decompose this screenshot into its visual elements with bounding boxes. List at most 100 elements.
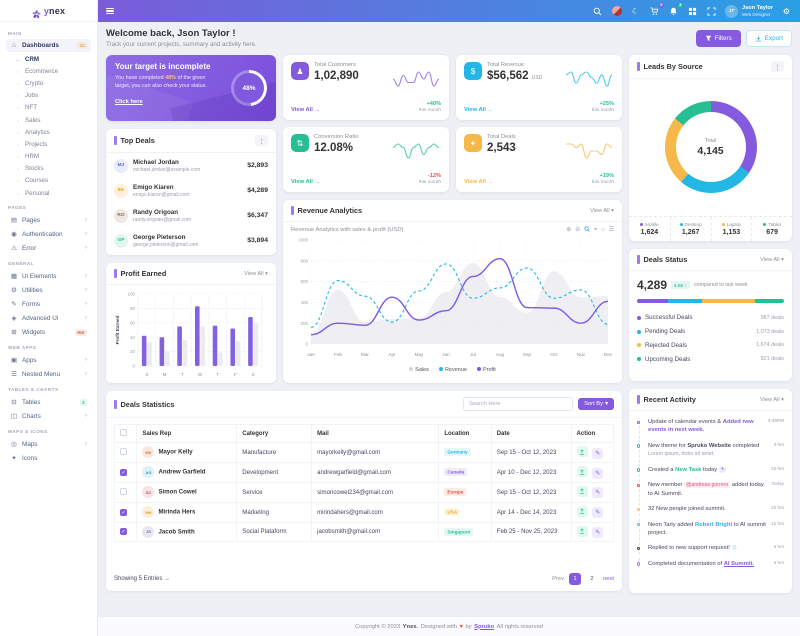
- top-deal-row[interactable]: GP George Pieterson george.pieterson@gmai…: [106, 228, 276, 253]
- edit-row-button[interactable]: ✎: [592, 467, 604, 479]
- column-header-date[interactable]: Date: [490, 424, 572, 443]
- sidebar-subitem-jobs[interactable]: ○ Jobs: [13, 90, 91, 102]
- pan-icon[interactable]: ⌖: [594, 227, 597, 234]
- column-header-sales-rep[interactable]: Sales Rep: [136, 424, 238, 443]
- cart-icon[interactable]: 5: [649, 2, 665, 17]
- export-row-button[interactable]: [576, 525, 588, 537]
- stat-view-all-link[interactable]: View All →: [464, 179, 493, 185]
- target-click-here-link[interactable]: Click here: [115, 99, 143, 105]
- row-checkbox[interactable]: ✓: [120, 508, 127, 516]
- export-row-button[interactable]: [576, 485, 588, 497]
- edit-row-button[interactable]: ✎: [592, 507, 604, 519]
- export-row-button[interactable]: [576, 505, 588, 517]
- sidebar-item-dashboards[interactable]: ⌂ Dashboards 12: [6, 39, 91, 52]
- pagination-next[interactable]: next: [603, 576, 614, 582]
- sidebar-item-utilities[interactable]: ⚙ Utilities ›: [6, 283, 91, 297]
- column-header-action[interactable]: Action: [570, 424, 615, 443]
- column-header-location[interactable]: Location: [438, 424, 492, 443]
- user-profile[interactable]: JT Json Taylor Web Designer: [725, 4, 773, 18]
- legend-item[interactable]: Profit: [476, 367, 496, 373]
- table-search-input[interactable]: [463, 397, 574, 411]
- sidebar-subitem-stocks[interactable]: ○ Stocks: [13, 163, 91, 175]
- sidebar-item-widgets[interactable]: ⊞ Widgets Hot: [6, 325, 91, 339]
- row-checkbox[interactable]: [120, 487, 127, 495]
- sidebar-subitem-projects[interactable]: ○ Projects: [13, 138, 91, 150]
- settings-gear-icon[interactable]: ⚙: [781, 6, 792, 17]
- stat-view-all-link[interactable]: View All →: [291, 179, 320, 185]
- activity-item[interactable]: 32 New people joined summit. 22 hrs: [637, 505, 784, 523]
- sidebar-item-maps[interactable]: ◎ Maps ›: [6, 437, 91, 451]
- notifications-bell-icon[interactable]: 3: [668, 2, 684, 17]
- chart-menu-icon[interactable]: ☰: [609, 227, 614, 233]
- sidebar-item-icons[interactable]: ✦ Icons: [6, 451, 91, 465]
- sidebar-subitem-crm[interactable]: — CRM: [13, 53, 91, 65]
- selection-zoom-icon[interactable]: [584, 226, 590, 234]
- activity-item[interactable]: Replied to new support request! ☺ 4 hrs: [637, 544, 784, 562]
- edit-row-button[interactable]: ✎: [592, 527, 604, 539]
- sidebar-item-error[interactable]: ⚠ Error ›: [6, 241, 91, 255]
- export-row-button[interactable]: [576, 466, 588, 478]
- top-deal-row[interactable]: EK Emigo Kiaren emigo.kiaren@gmail.com $4…: [106, 178, 276, 203]
- sidebar-subitem-analytics[interactable]: ○ Analytics: [13, 126, 91, 138]
- fullscreen-icon[interactable]: [706, 6, 717, 17]
- sidebar-subitem-nft[interactable]: ○ NFT: [13, 102, 91, 114]
- reset-home-icon[interactable]: ⌂: [601, 227, 605, 233]
- sidebar-item-forms[interactable]: ✎ Forms ›: [6, 297, 91, 311]
- card-menu-icon[interactable]: ⋮: [255, 135, 268, 146]
- row-checkbox[interactable]: ✓: [120, 528, 127, 536]
- sidebar-item-tables[interactable]: ⊟ Tables 3: [6, 395, 91, 409]
- brand-logo[interactable]: ynex: [0, 0, 97, 22]
- sidebar-item-charts[interactable]: ◫ Charts ›: [6, 409, 91, 423]
- deals-status-view-all[interactable]: View All ▾: [760, 257, 784, 263]
- sidebar-item-nested-menu[interactable]: ☰ Nested Menu ›: [6, 367, 91, 381]
- recent-activity-view-all[interactable]: View All ▾: [760, 397, 784, 403]
- language-flag-icon[interactable]: [611, 6, 622, 17]
- legend-item[interactable]: Sales: [409, 367, 429, 373]
- activity-item[interactable]: Neon Tarly added Robert Bright to AI sum…: [637, 521, 784, 546]
- sort-by-button[interactable]: Sort By ▾: [578, 398, 614, 410]
- stat-view-all-link[interactable]: View All →: [291, 107, 320, 113]
- search-icon[interactable]: [592, 6, 603, 17]
- top-deal-row[interactable]: MJ Michael Jordan michael.jordan@example.…: [106, 153, 276, 178]
- sidebar-item-apps[interactable]: ▣ Apps ›: [6, 353, 91, 367]
- revenue-view-all[interactable]: View All ▾: [590, 208, 614, 214]
- activity-item[interactable]: Created a New Task today ✦ 22 hrs: [637, 465, 784, 484]
- profit-view-all[interactable]: View All ▾: [244, 271, 268, 277]
- sidebar-subitem-courses[interactable]: ○ Courses: [13, 175, 91, 187]
- activity-item[interactable]: Completed documentation of AI Summit. 4 …: [637, 560, 784, 568]
- stat-view-all-link[interactable]: View All →: [464, 107, 493, 113]
- legend-item[interactable]: Revenue: [438, 367, 467, 373]
- sidebar-subitem-sales[interactable]: ○ Sales: [13, 114, 91, 126]
- export-button[interactable]: Export: [745, 29, 792, 47]
- menu-toggle-icon[interactable]: [106, 6, 114, 15]
- dark-mode-moon-icon[interactable]: ☾: [630, 6, 641, 17]
- filters-button[interactable]: Filters: [695, 29, 741, 47]
- card-menu-icon[interactable]: ⋮: [771, 61, 784, 72]
- sidebar-subitem-ecommerce[interactable]: ○ Ecommerce: [13, 65, 91, 77]
- vendor-link[interactable]: Spruko: [474, 624, 494, 630]
- edit-row-button[interactable]: ✎: [592, 487, 604, 499]
- sidebar-subitem-hrm[interactable]: ○ HRM: [13, 151, 91, 163]
- zoom-in-icon[interactable]: ⊕: [566, 227, 571, 233]
- top-deal-row[interactable]: RO Randy Origoan randy.origoan@gmail.com …: [106, 203, 276, 228]
- export-row-button[interactable]: [576, 446, 588, 458]
- sidebar-subitem-crypto[interactable]: ○ Crypto: [13, 77, 91, 89]
- select-all-checkbox[interactable]: [120, 429, 127, 436]
- edit-row-button[interactable]: ✎: [592, 447, 604, 459]
- sidebar-subitem-personal[interactable]: ○ Personal: [13, 187, 91, 199]
- sidebar-item-pages[interactable]: ▤ Pages ›: [6, 213, 91, 227]
- column-header-category[interactable]: Category: [236, 424, 313, 443]
- sidebar-item-ui-elements[interactable]: ▦ Ui Elements ›: [6, 269, 91, 283]
- pagination-page-2[interactable]: 2: [586, 573, 598, 585]
- activity-item[interactable]: New member @andreas gurrero added today …: [637, 481, 784, 507]
- pagination-prev[interactable]: Prev: [552, 576, 564, 582]
- activity-item[interactable]: Update of calendar events & Added new ev…: [637, 418, 784, 443]
- sidebar-item-advanced-ui[interactable]: ◈ Advanced Ui ›: [6, 311, 91, 325]
- zoom-out-icon[interactable]: ⊖: [575, 227, 580, 233]
- activity-item[interactable]: New theme for Spruko Website completed Lo…: [637, 442, 784, 467]
- row-checkbox[interactable]: [120, 447, 127, 455]
- sidebar-item-authentication[interactable]: ◉ Authentication ›: [6, 227, 91, 241]
- row-checkbox[interactable]: ✓: [120, 468, 127, 476]
- pagination-page-1[interactable]: 1: [569, 573, 582, 585]
- column-header-mail[interactable]: Mail: [311, 424, 440, 443]
